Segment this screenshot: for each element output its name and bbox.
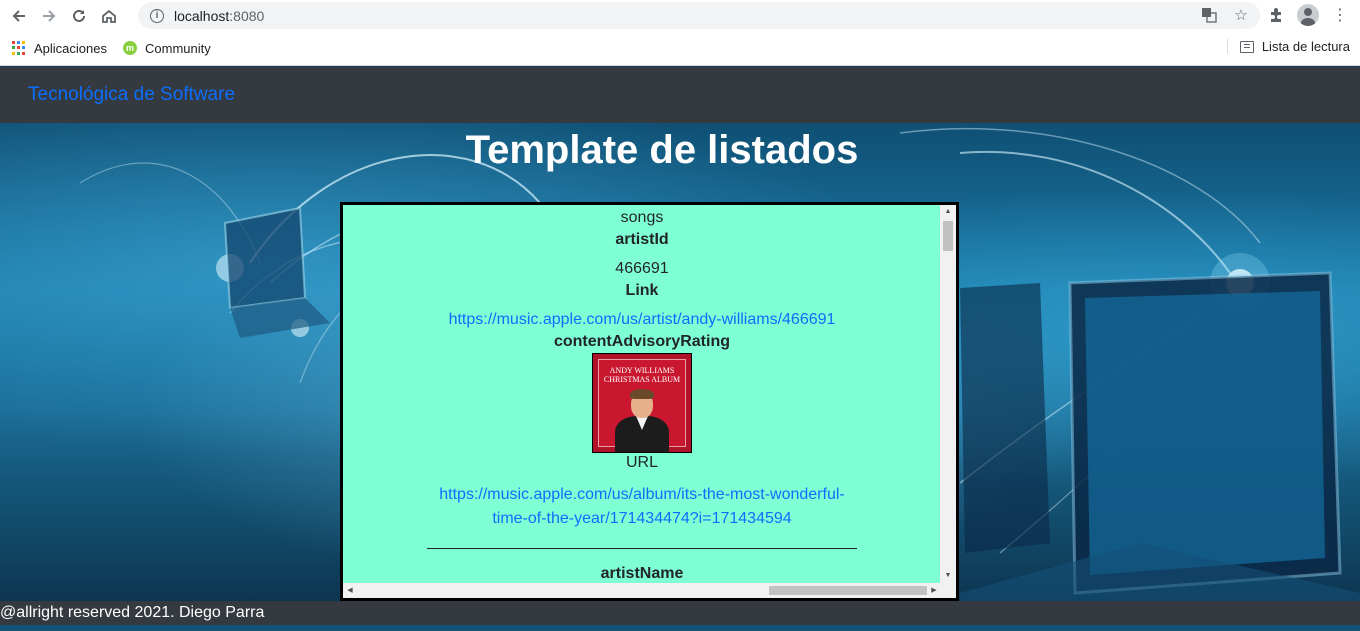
- vertical-scroll-thumb[interactable]: [943, 221, 953, 251]
- address-bar[interactable]: i localhost:8080 ☆: [138, 2, 1260, 29]
- browser-toolbar: i localhost:8080 ☆ ⋮: [0, 0, 1360, 31]
- listing-panel[interactable]: songs artistId 466691 Link https://music…: [340, 202, 959, 601]
- reload-icon[interactable]: [64, 1, 94, 31]
- translate-icon[interactable]: [1200, 6, 1218, 24]
- record-divider: [427, 548, 857, 549]
- brand-link[interactable]: Tecnológica de Software: [28, 84, 235, 106]
- site-navbar: Tecnológica de Software: [0, 67, 1360, 123]
- url-port: :8080: [229, 7, 265, 24]
- site-info-icon[interactable]: i: [150, 8, 164, 23]
- song-url-link[interactable]: https://music.apple.com/us/album/its-the…: [439, 486, 844, 527]
- reading-list-label: Lista de lectura: [1261, 39, 1350, 54]
- scroll-right-arrow-icon[interactable]: ▶: [927, 583, 941, 598]
- horizontal-scrollbar[interactable]: ◀ ▶: [343, 583, 956, 598]
- reading-list-button[interactable]: Lista de lectura: [1226, 39, 1350, 54]
- album-cover-image: ANDY WILLIAMS CHRISTMAS ALBUM: [592, 353, 692, 453]
- bookmark-label: Aplicaciones: [34, 40, 107, 56]
- artist-id-label: artistId: [615, 231, 669, 248]
- page-title: Template de listados: [465, 128, 859, 172]
- forward-icon[interactable]: [34, 1, 64, 31]
- scroll-up-arrow-icon[interactable]: ▲: [940, 205, 956, 219]
- community-icon: m: [123, 41, 137, 55]
- vertical-scrollbar[interactable]: ▲ ▼: [940, 205, 956, 583]
- bookmark-label: Community: [145, 40, 211, 56]
- bookmark-apps[interactable]: Aplicaciones: [12, 41, 107, 56]
- song-url-line-2: time-of-the-year/171434474?i=171434594: [492, 510, 792, 527]
- link-label: Link: [625, 282, 659, 299]
- apps-grid-icon: [12, 41, 26, 55]
- section-name: songs: [620, 209, 664, 226]
- album-cover-text: ANDY WILLIAMS CHRISTMAS ALBUM: [603, 366, 681, 384]
- content-advisory-label: contentAdvisoryRating: [553, 333, 730, 350]
- bottom-background-strip: [0, 625, 1360, 631]
- artist-id-value: 466691: [615, 260, 669, 277]
- scroll-down-arrow-icon[interactable]: ▼: [940, 569, 956, 583]
- artist-name-label: artistName: [600, 565, 684, 582]
- horizontal-scroll-thumb[interactable]: [769, 586, 927, 595]
- bookmarks-bar: Aplicaciones m Community Lista de lectur…: [0, 31, 1360, 66]
- menu-kebab-icon[interactable]: ⋮: [1328, 3, 1352, 27]
- url-label: URL: [625, 454, 658, 471]
- scroll-left-arrow-icon[interactable]: ◀: [343, 583, 357, 598]
- back-icon[interactable]: [4, 1, 34, 31]
- profile-avatar-icon[interactable]: [1296, 3, 1320, 27]
- bookmark-community[interactable]: m Community: [123, 41, 211, 56]
- site-footer: @allright reserved 2021. Diego Parra: [0, 601, 1360, 625]
- song-url-line-1: https://music.apple.com/us/album/its-the…: [439, 486, 845, 503]
- reading-list-icon: [1239, 40, 1254, 53]
- bookmark-star-icon[interactable]: ☆: [1232, 6, 1250, 24]
- artist-link[interactable]: https://music.apple.com/us/artist/andy-w…: [449, 311, 836, 328]
- extensions-icon[interactable]: [1264, 3, 1288, 27]
- listing-content: songs artistId 466691 Link https://music…: [343, 205, 941, 584]
- url-host: localhost: [174, 7, 230, 24]
- home-icon[interactable]: [94, 1, 124, 31]
